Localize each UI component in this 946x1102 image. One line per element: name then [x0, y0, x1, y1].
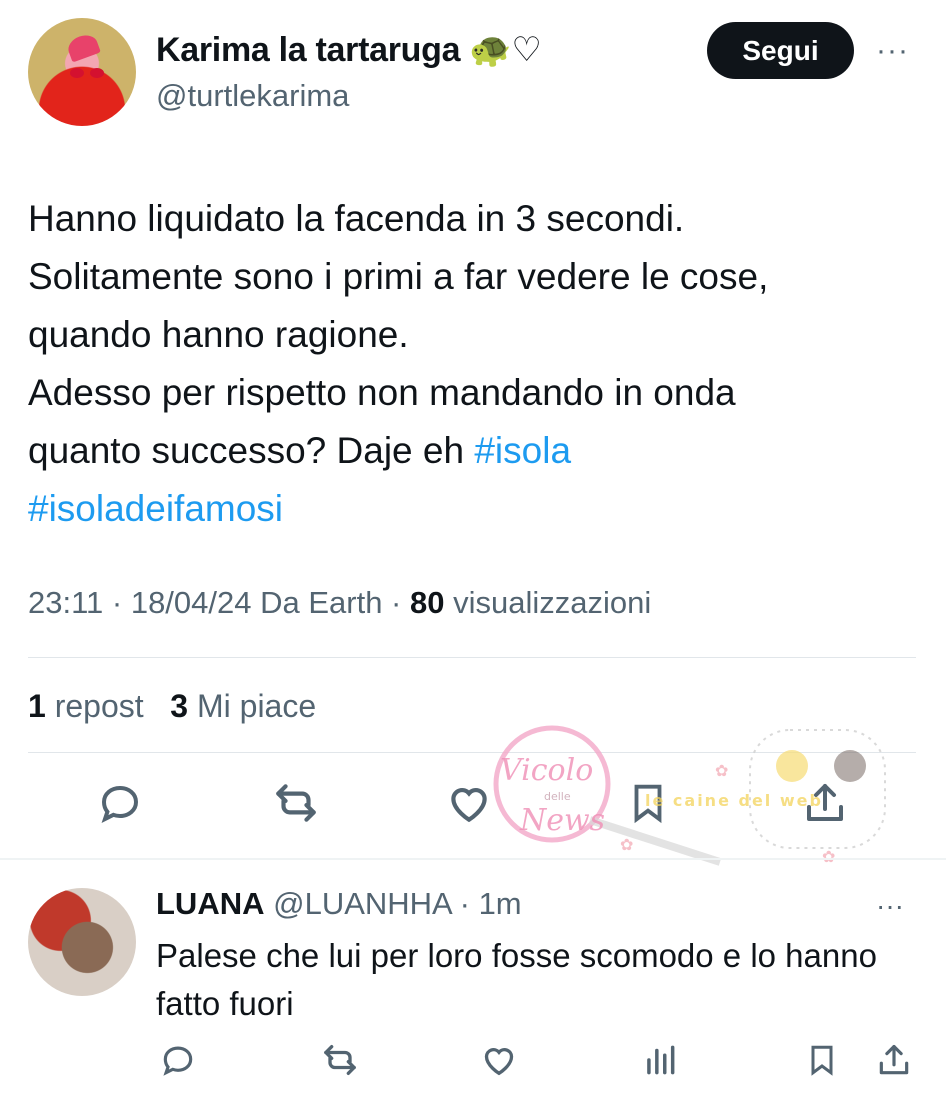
bookmark-icon[interactable] — [800, 1038, 844, 1082]
likes-stat[interactable]: 3 Mi piace — [170, 688, 316, 724]
reply-icon[interactable] — [156, 1038, 200, 1082]
divider — [28, 752, 916, 753]
bookmark-icon[interactable] — [620, 775, 676, 831]
reply-tweet[interactable]: LUANA @LUANHHA · 1m ··· Palese che lui p… — [0, 860, 946, 1102]
share-icon[interactable] — [797, 775, 853, 831]
reply-action-bar — [0, 1038, 946, 1088]
tweet-body: Hanno liquidato la facenda in 3 secondi.… — [28, 190, 918, 538]
reply-icon[interactable] — [92, 775, 148, 831]
more-options-icon[interactable]: ··· — [876, 34, 916, 67]
tweet-text-line: Solitamente sono i primi a far vedere le… — [28, 256, 769, 297]
tweet-text-line: quanto successo? Daje eh #isola — [28, 422, 918, 480]
tweet-text-line: quando hanno ragione. — [28, 314, 409, 355]
hashtag-link[interactable]: #isola — [474, 430, 571, 471]
author-display-name[interactable]: Karima la tartaruga 🐢♡ — [156, 30, 542, 70]
reply-author-name[interactable]: LUANA — [156, 886, 265, 921]
tweet-header: Karima la tartaruga 🐢♡ @turtlekarima Seg… — [0, 0, 946, 150]
tweet-timestamp[interactable]: 23:11 · 18/04/24 Da Earth · — [28, 585, 410, 620]
views-label: visualizzazioni — [444, 585, 652, 620]
reposts-stat[interactable]: 1 repost — [28, 688, 144, 724]
tweet-text-line: #isoladeifamosi — [28, 480, 918, 538]
follow-button[interactable]: Segui — [707, 22, 854, 79]
tweet-text-fragment: quanto successo? Daje eh — [28, 430, 475, 471]
reply-header: LUANA @LUANHHA · 1m — [156, 886, 522, 922]
reply-text: Palese che lui per loro fosse scomodo e … — [156, 937, 877, 1022]
views-icon[interactable] — [638, 1038, 682, 1082]
author-handle[interactable]: @turtlekarima — [156, 78, 349, 114]
tweet-text-line: Adesso per rispetto non mandando in onda — [28, 372, 736, 413]
like-icon[interactable] — [477, 1038, 521, 1082]
hashtag-link[interactable]: #isoladeifamosi — [28, 488, 283, 529]
reply-author-avatar[interactable] — [28, 888, 136, 996]
repost-icon[interactable] — [318, 1038, 362, 1082]
tweet-stats: 1 repost 3 Mi piace — [28, 688, 316, 725]
reply-author-handle[interactable]: @LUANHHA · 1m — [265, 886, 522, 921]
tweet-action-bar — [0, 775, 946, 845]
views-count: 80 — [410, 585, 445, 620]
repost-icon[interactable] — [268, 775, 324, 831]
share-icon[interactable] — [872, 1038, 916, 1082]
tweet-meta: 23:11 · 18/04/24 Da Earth · 80 visualizz… — [28, 585, 651, 621]
tweet-text-line: Hanno liquidato la facenda in 3 secondi. — [28, 198, 685, 239]
divider — [28, 657, 916, 658]
like-icon[interactable] — [441, 775, 497, 831]
author-avatar[interactable] — [28, 18, 136, 126]
more-options-icon[interactable]: ··· — [876, 890, 904, 922]
